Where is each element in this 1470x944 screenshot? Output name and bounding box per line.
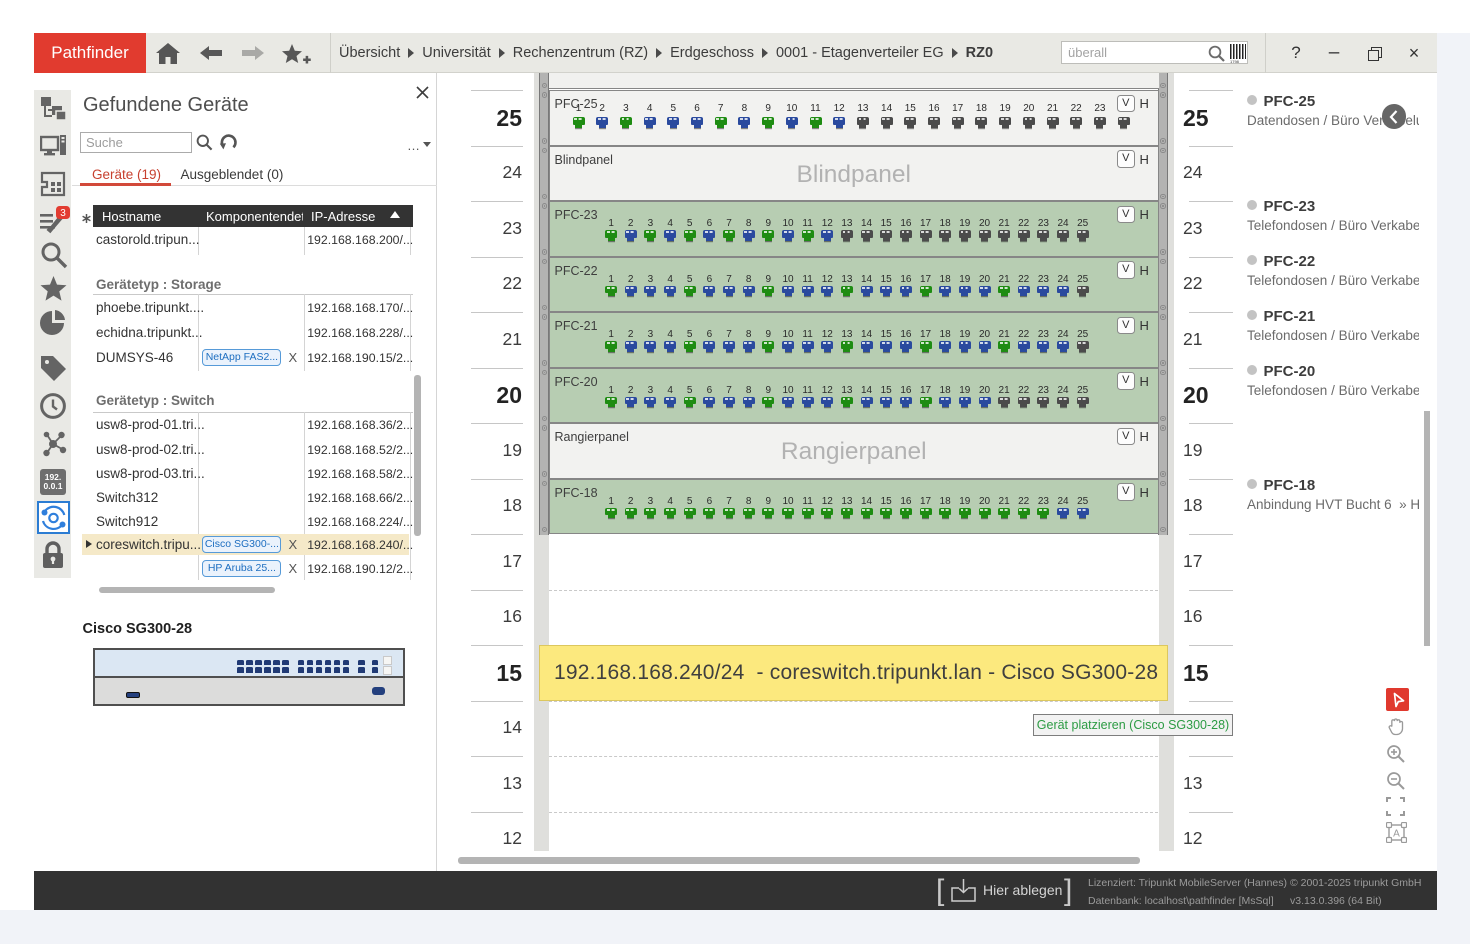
svg-text:3: 3: [60, 208, 66, 219]
svg-text:A: A: [1393, 829, 1400, 840]
